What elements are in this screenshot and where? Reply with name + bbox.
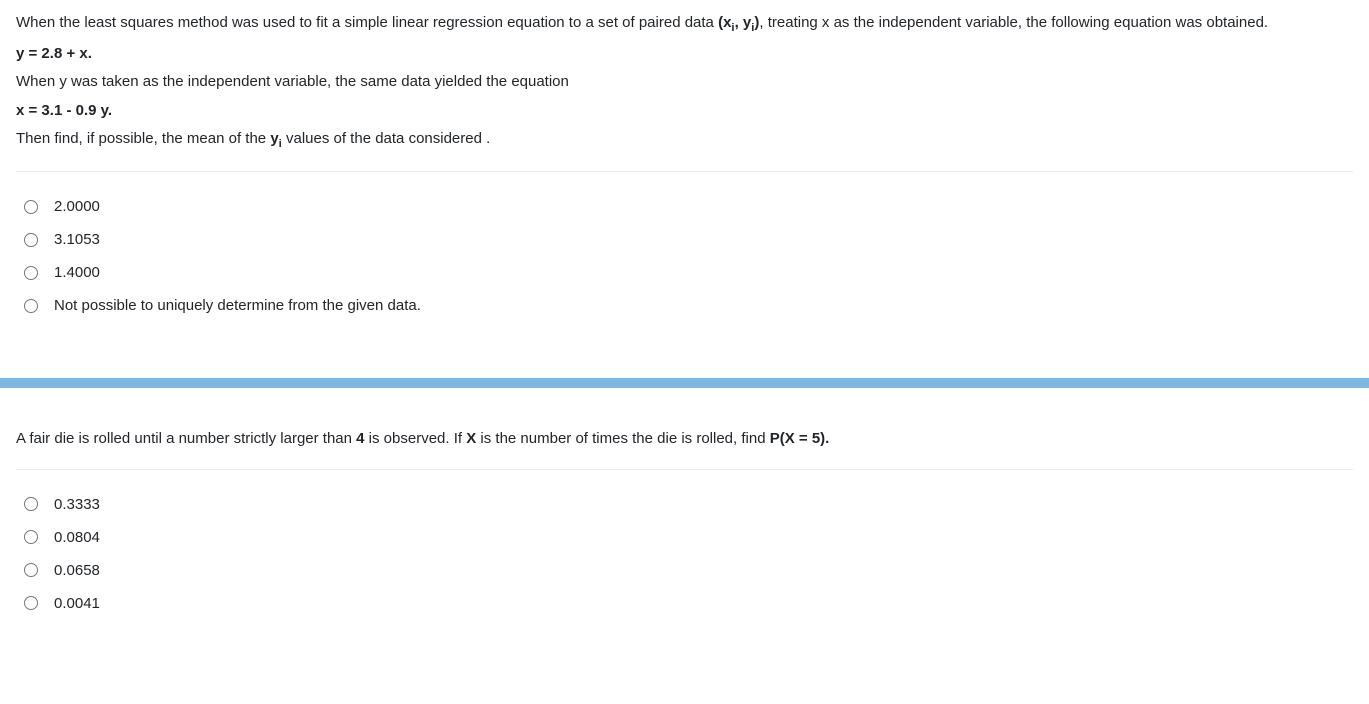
q1-radio-2[interactable]	[24, 233, 38, 247]
q1-l1-a: When the least squares method was used t…	[16, 14, 718, 31]
q1-l1-e: , treating x as the independent variable…	[759, 14, 1268, 31]
q1-eq1: y = 2.8 + x.	[16, 43, 1353, 66]
q1-option-4[interactable]: Not possible to uniquely determine from …	[24, 289, 1353, 322]
question-1: When the least squares method was used t…	[0, 0, 1369, 346]
q1-line3: When y was taken as the independent vari…	[16, 71, 1353, 94]
q1-l1-paren: (xi, yi)	[718, 14, 759, 31]
q2-option-label[interactable]: 0.0804	[54, 529, 100, 546]
q2-option-label[interactable]: 0.0041	[54, 595, 100, 612]
question-2: A fair die is rolled until a number stri…	[0, 416, 1369, 644]
q2-option-4[interactable]: 0.0041	[24, 587, 1353, 620]
q1-options: 2.0000 3.1053 1.4000 Not possible to uni…	[16, 182, 1353, 322]
q2-option-label[interactable]: 0.3333	[54, 496, 100, 513]
q2-radio-4[interactable]	[24, 596, 38, 610]
q2-radio-2[interactable]	[24, 530, 38, 544]
divider-light	[16, 469, 1353, 470]
q1-option-3[interactable]: 1.4000	[24, 256, 1353, 289]
q1-option-2[interactable]: 3.1053	[24, 223, 1353, 256]
q2-option-3[interactable]: 0.0658	[24, 554, 1353, 587]
q2-radio-3[interactable]	[24, 563, 38, 577]
q2-line1: A fair die is rolled until a number stri…	[16, 428, 1353, 451]
q2-option-1[interactable]: 0.3333	[24, 488, 1353, 521]
q1-radio-1[interactable]	[24, 200, 38, 214]
question-1-text: When the least squares method was used t…	[16, 12, 1353, 153]
q1-option-label[interactable]: 2.0000	[54, 198, 100, 215]
question-2-text: A fair die is rolled until a number stri…	[16, 428, 1353, 451]
q2-option-label[interactable]: 0.0658	[54, 562, 100, 579]
q1-option-label[interactable]: Not possible to uniquely determine from …	[54, 297, 421, 314]
q2-radio-1[interactable]	[24, 497, 38, 511]
q2-options: 0.3333 0.0804 0.0658 0.0041	[16, 480, 1353, 620]
q1-radio-3[interactable]	[24, 266, 38, 280]
q1-option-1[interactable]: 2.0000	[24, 190, 1353, 223]
section-divider-bar	[0, 378, 1369, 388]
q1-radio-4[interactable]	[24, 299, 38, 313]
divider-light	[16, 171, 1353, 172]
q1-option-label[interactable]: 1.4000	[54, 264, 100, 281]
q1-line1: When the least squares method was used t…	[16, 12, 1353, 37]
q1-line5: Then find, if possible, the mean of the …	[16, 128, 1353, 153]
q2-option-2[interactable]: 0.0804	[24, 521, 1353, 554]
q1-option-label[interactable]: 3.1053	[54, 231, 100, 248]
q1-eq2: x = 3.1 - 0.9 y.	[16, 100, 1353, 123]
